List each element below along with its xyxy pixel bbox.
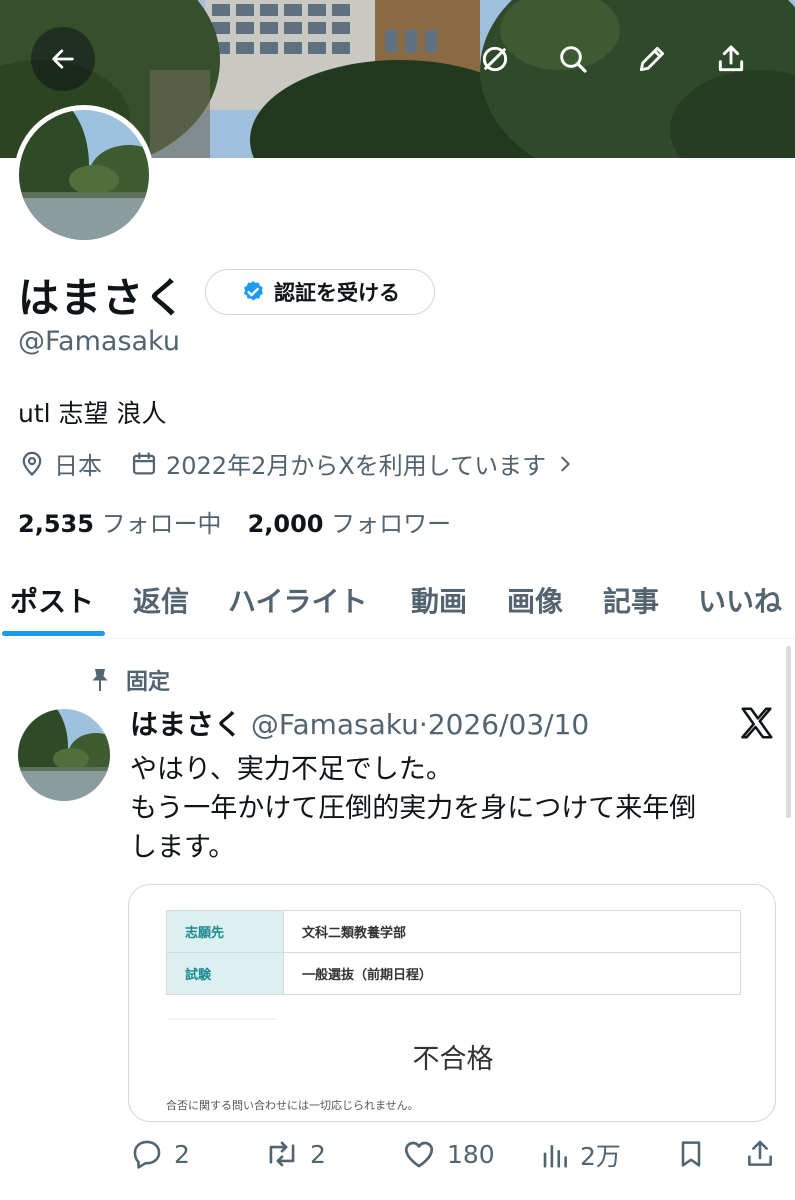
tweet-text-line: やはり、実力不足でした。: [130, 754, 453, 785]
repost-button[interactable]: 2: [264, 1137, 326, 1171]
share-tweet-button[interactable]: [744, 1137, 776, 1171]
grok-icon: [482, 46, 508, 72]
arrow-left-icon: [52, 49, 74, 69]
table-value-cell: 文科二類教養学部: [283, 910, 741, 953]
table-header-cell: 試験: [166, 952, 284, 995]
pinned-indicator: 固定: [88, 664, 170, 696]
followers-label: フォロワー: [331, 510, 452, 538]
x-logo-icon[interactable]: [738, 704, 776, 742]
bookmark-icon: [681, 1141, 701, 1167]
tab-highlights[interactable]: ハイライト: [228, 580, 367, 620]
table-row: 志願先 文科二類教養学部: [166, 910, 741, 953]
tab-replies[interactable]: 返信: [133, 580, 189, 620]
location-pin-icon: [22, 451, 42, 476]
tab-likes[interactable]: いいね: [698, 580, 782, 620]
search-icon: [560, 46, 587, 73]
profile-name: はまさく: [18, 274, 186, 322]
profile-tabs: ポスト 返信 ハイライト 動画 画像 記事 いいね: [0, 568, 795, 639]
table-header-cell: 志願先: [166, 910, 284, 953]
repost-icon: [269, 1141, 295, 1167]
tab-articles[interactable]: 記事: [603, 580, 659, 620]
following-link[interactable]: 2,535 フォロー中: [18, 504, 222, 539]
pin-icon: [92, 669, 108, 691]
reply-count: 2: [174, 1139, 190, 1169]
followers-link[interactable]: 2,000 フォロワー: [248, 504, 452, 539]
views-icon: [543, 1144, 567, 1168]
profile-bio: utl 志望 浪人: [18, 399, 167, 428]
tab-posts[interactable]: ポスト: [10, 580, 94, 620]
table-value-cell: 一般選抜（前期日程）: [283, 952, 741, 995]
active-tab-indicator: [2, 631, 105, 636]
profile-avatar[interactable]: [14, 105, 154, 245]
location-text: 日本: [54, 452, 102, 480]
tweet-date[interactable]: 2026/03/10: [428, 708, 589, 741]
exam-result: 不合格: [412, 1044, 494, 1075]
verified-badge-icon: [243, 280, 263, 301]
profile-location: 日本: [18, 446, 102, 481]
following-count: 2,535: [18, 510, 94, 538]
reply-button[interactable]: 2: [130, 1137, 190, 1171]
repost-count: 2: [310, 1139, 326, 1169]
tweet-author-handle[interactable]: @Famasaku: [251, 708, 419, 741]
reply-icon: [133, 1140, 161, 1169]
tab-videos[interactable]: 動画: [411, 580, 467, 620]
tweet-text-line: します。: [130, 832, 236, 863]
table-row: 試験 一般選抜（前期日程）: [166, 952, 741, 995]
tweet-media-image[interactable]: 志願先 文科二類教養学部 試験 一般選抜（前期日程） 不合格 合否に関する問い合…: [128, 884, 776, 1122]
back-button[interactable]: [31, 27, 95, 91]
tab-photos[interactable]: 画像: [507, 580, 563, 620]
result-table: 志願先 文科二類教養学部 試験 一般選抜（前期日程）: [166, 910, 741, 995]
share-button[interactable]: [710, 38, 752, 80]
tweet-text-line: もう一年かけて圧倒的実力を身につけて来年倒: [130, 793, 697, 824]
like-count: 180: [447, 1139, 495, 1169]
scrollbar[interactable]: [786, 646, 791, 818]
tweet-header: はまさく @Famasaku·2026/03/10: [130, 703, 589, 743]
avatar-image: [19, 110, 149, 240]
profile-joined[interactable]: 2022年2月からXを利用しています: [130, 446, 576, 481]
search-button[interactable]: [552, 38, 594, 80]
get-verified-label: 認証を受ける: [274, 281, 400, 305]
upload-icon: [718, 45, 744, 72]
tweet-author-name[interactable]: はまさく: [130, 708, 242, 741]
result-note: 合否に関する問い合わせには一切応じられません。: [166, 1099, 419, 1112]
calendar-icon: [132, 451, 156, 474]
follow-stats: 2,535 フォロー中 2,000 フォロワー: [18, 504, 451, 539]
profile-meta: 日本 2022年2月からXを利用しています: [18, 446, 604, 481]
tweet-avatar[interactable]: [18, 709, 110, 801]
upload-icon: [748, 1140, 772, 1166]
following-label: フォロー中: [101, 510, 222, 538]
grok-button[interactable]: [474, 38, 516, 80]
avatar-image: [18, 709, 110, 801]
followers-count: 2,000: [247, 510, 324, 538]
views-button[interactable]: 2万: [540, 1137, 621, 1173]
get-verified-button[interactable]: 認証を受ける: [205, 269, 435, 315]
chevron-right-icon: [561, 456, 570, 471]
bookmark-button[interactable]: [675, 1137, 707, 1171]
views-count: 2万: [580, 1142, 621, 1171]
like-button[interactable]: 180: [401, 1137, 495, 1171]
tweet-actions: 2 2 180 2万: [0, 1137, 795, 1183]
profile-handle: @Famasaku: [18, 326, 180, 357]
divider: [167, 1018, 277, 1020]
heart-icon: [404, 1141, 434, 1168]
separator-dot: ·: [418, 708, 428, 741]
tweet-text: やはり、実力不足でした。 もう一年かけて圧倒的実力を身につけて来年倒 します。: [130, 750, 770, 867]
edit-button[interactable]: [631, 38, 673, 80]
pencil-icon: [639, 46, 665, 72]
pinned-label: 固定: [126, 670, 171, 695]
joined-text: 2022年2月からXを利用しています: [166, 452, 547, 480]
